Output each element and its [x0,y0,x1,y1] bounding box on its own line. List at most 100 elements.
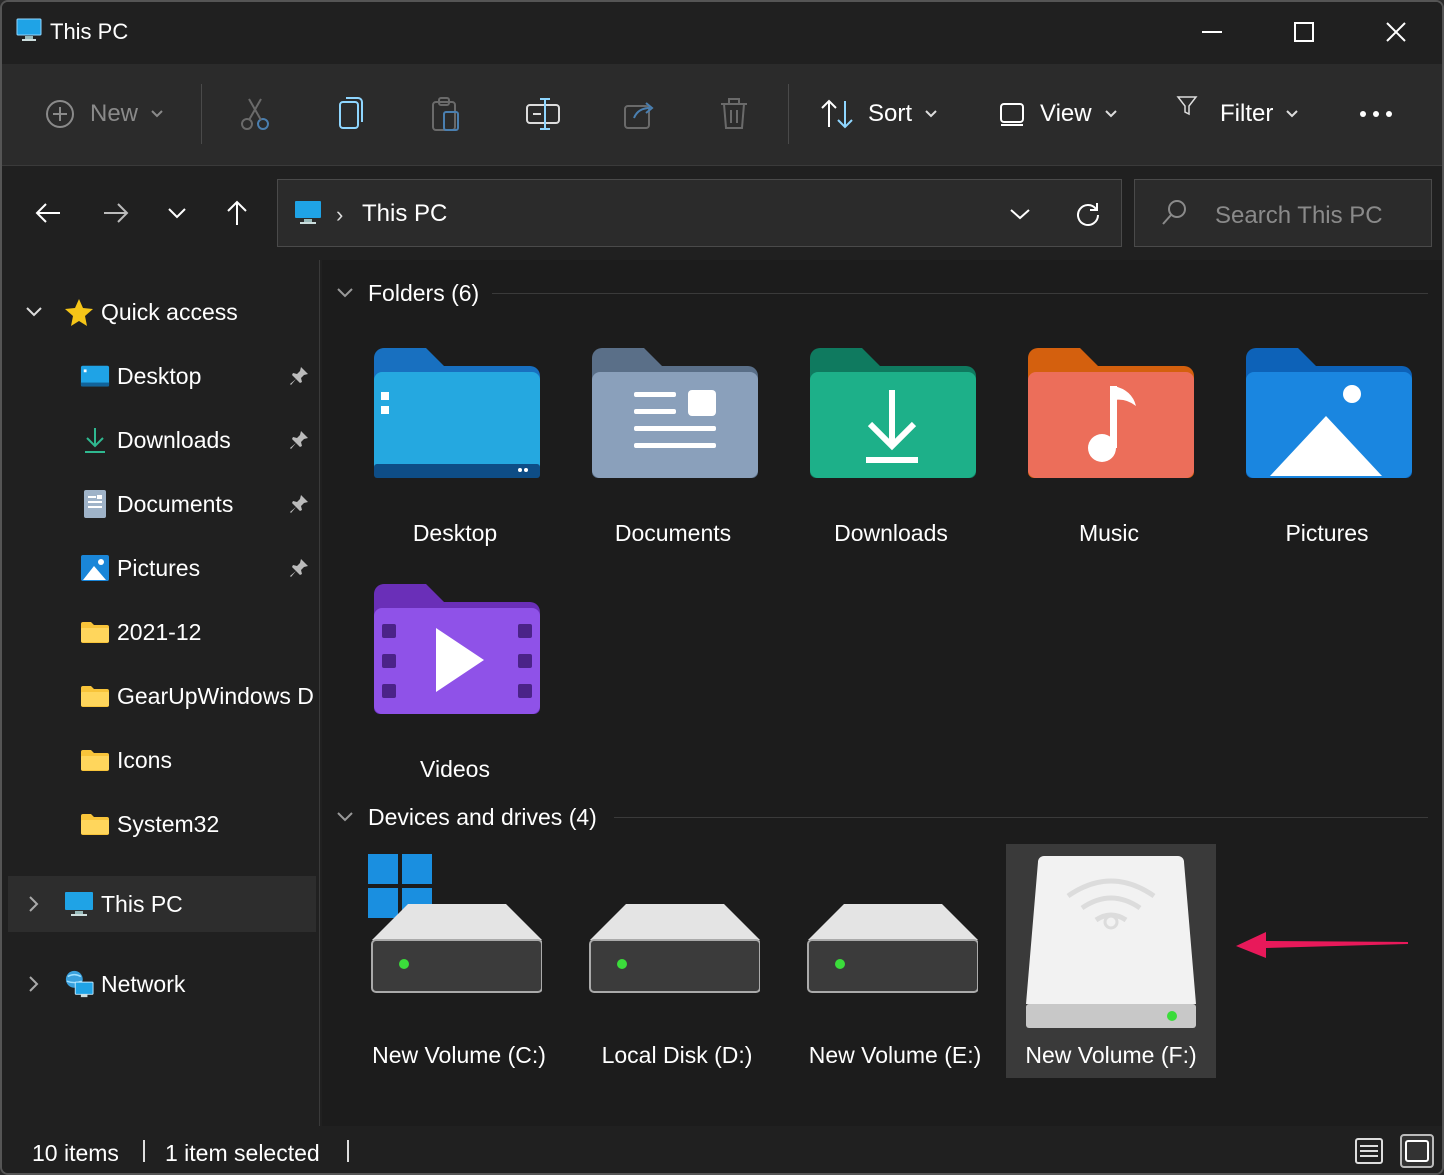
pin-icon[interactable] [288,429,310,451]
more-options-button[interactable] [1358,86,1394,142]
folders-group-title: Folders (6) [368,279,480,306]
folder-icon [80,745,110,775]
chevron-down-icon[interactable] [24,302,44,322]
sidebar-item-label: 2021-12 [117,618,202,645]
chevron-down-icon [336,287,358,299]
folder-icon [80,809,110,839]
sidebar-item-label: Downloads [117,426,231,453]
filter-label: Filter [1220,100,1274,127]
sidebar-item-quick-access[interactable]: Quick access [2,284,318,340]
filter-button[interactable]: Filter [1174,86,1299,142]
sidebar-item-system32[interactable]: System32 [2,796,318,852]
drive-tile-e[interactable]: New Volume (E:) [790,844,1000,1078]
content-pane: Folders (6) Desktop Documents Downloads … [322,260,1442,1126]
search-box[interactable]: Search This PC [1134,179,1432,247]
maximize-button[interactable] [1274,12,1334,52]
refresh-button[interactable] [1068,196,1108,232]
title-bar: This PC [2,2,1442,62]
drive-tile-d[interactable]: Local Disk (D:) [572,844,782,1078]
share-button[interactable] [622,86,656,142]
this-pc-icon [295,201,321,224]
selection-count: 1 item selected [165,1140,320,1166]
pictures-folder-icon [1246,348,1412,478]
folder-icon [80,617,110,647]
hard-drive-icon [807,904,978,993]
desktop-folder-icon [374,348,540,478]
paste-button[interactable] [430,86,462,142]
sidebar-item-desktop[interactable]: Desktop [2,348,318,404]
sort-label: Sort [868,100,913,127]
folder-label: Pictures [1285,520,1369,546]
large-icons-view-button[interactable] [1400,1134,1434,1168]
close-button[interactable] [1366,12,1426,52]
item-count: 10 items [32,1140,119,1166]
recent-locations-button[interactable] [157,193,197,233]
drive-tile-f[interactable]: New Volume (F:) [1006,844,1216,1078]
folder-label: Videos [420,756,490,782]
sidebar-item-this-pc[interactable]: This PC [8,876,316,932]
command-separator [201,84,202,144]
status-separator [347,1140,349,1162]
folder-tile-pictures[interactable]: Pictures [1222,330,1432,562]
folder-tile-desktop[interactable]: Desktop [350,330,560,562]
folders-group-header[interactable]: Folders (6) [336,276,479,310]
folder-tile-downloads[interactable]: Downloads [786,330,996,562]
drive-tile-c[interactable]: New Volume (C:) [354,844,564,1078]
sidebar-item-pictures[interactable]: Pictures [2,540,318,596]
breadcrumb-this-pc[interactable]: This PC [362,200,447,228]
up-button[interactable] [217,193,257,233]
filter-icon [1176,96,1198,116]
group-divider [614,817,1428,818]
chevron-right-icon[interactable] [24,894,44,914]
chevron-right-icon[interactable] [24,974,44,994]
pin-icon[interactable] [288,557,310,579]
group-divider [492,293,1428,294]
rename-button[interactable] [524,86,562,142]
sidebar-item-2021-12[interactable]: 2021-12 [2,604,318,660]
sidebar-item-label: System32 [117,810,220,837]
this-pc-icon [64,889,94,919]
drives-group-title: Devices and drives (4) [368,803,597,830]
delete-button[interactable] [718,86,750,142]
annotation-arrow-icon [1236,932,1408,958]
command-separator [788,84,789,144]
address-dropdown-button[interactable] [1000,198,1040,230]
music-folder-icon [1028,348,1194,478]
downloads-folder-icon [810,348,976,478]
minimize-icon [1202,31,1222,33]
folder-tile-videos[interactable]: Videos [350,566,560,798]
maximize-icon [1294,22,1314,42]
minimize-button[interactable] [1182,12,1242,52]
back-button[interactable] [28,193,68,233]
sidebar-item-gearupwindows[interactable]: GearUpWindows D [2,668,318,724]
chevron-down-icon [168,208,186,219]
copy-button[interactable] [336,86,366,142]
cut-button[interactable] [238,86,272,142]
forward-button[interactable] [96,193,136,233]
sidebar-item-downloads[interactable]: Downloads [2,412,318,468]
star-icon [64,297,94,327]
videos-folder-icon [374,584,540,714]
drives-group-header[interactable]: Devices and drives (4) [336,800,597,834]
sidebar-item-icons[interactable]: Icons [2,732,318,788]
sidebar-item-documents[interactable]: Documents [2,476,318,532]
drive-label: New Volume (F:) [1025,1042,1197,1068]
drive-label: New Volume (C:) [372,1042,546,1068]
pin-icon[interactable] [288,493,310,515]
pin-icon[interactable] [288,365,310,387]
folder-tile-music[interactable]: Music [1004,330,1214,562]
chevron-down-icon [925,110,937,118]
breadcrumb-chevron-icon: › [336,202,344,227]
hard-drive-icon [589,904,760,993]
sidebar-item-label: Icons [117,746,172,773]
details-view-button[interactable] [1352,1134,1386,1168]
address-bar[interactable]: › This PC [277,179,1122,247]
sidebar-item-label: This PC [101,890,183,917]
search-input[interactable]: Search This PC [1215,202,1383,230]
documents-icon [80,489,110,519]
folder-tile-documents[interactable]: Documents [568,330,778,562]
sidebar-item-network[interactable]: Network [2,956,318,1012]
view-button[interactable]: View [998,86,1118,142]
new-button[interactable]: New [44,86,164,142]
sort-button[interactable]: Sort [820,86,938,142]
